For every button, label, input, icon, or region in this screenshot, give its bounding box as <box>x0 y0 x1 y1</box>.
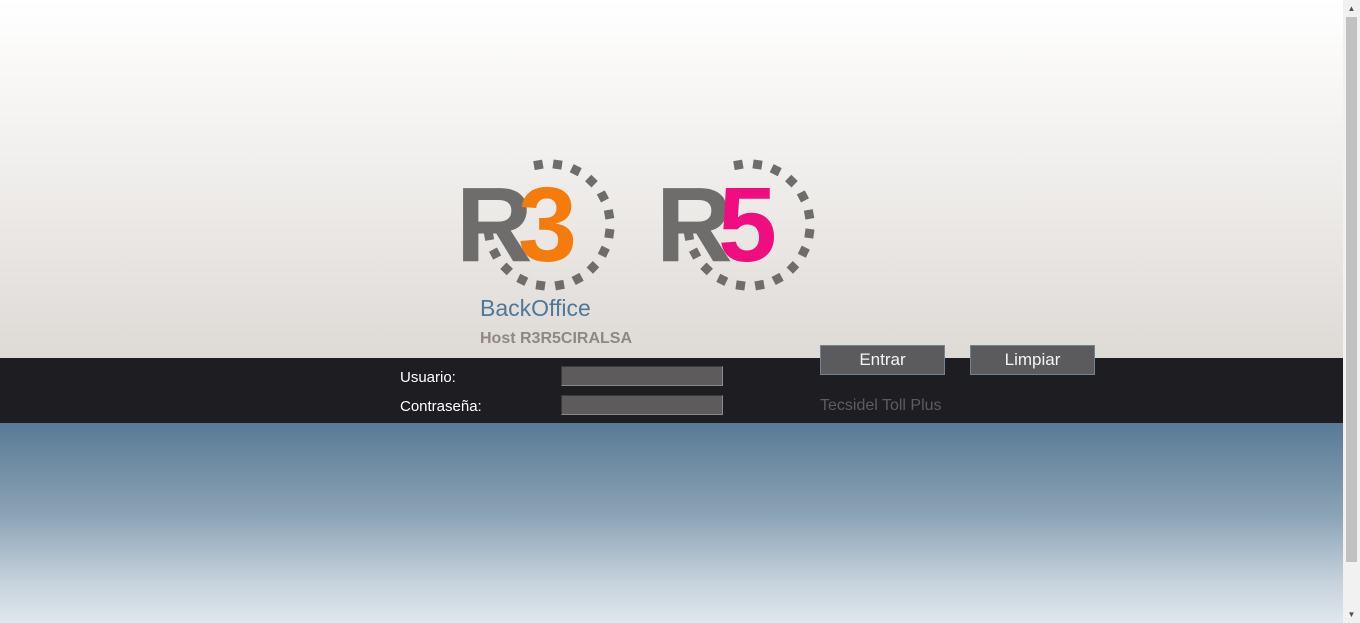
r3-logo: R 3 <box>458 159 615 291</box>
username-input[interactable] <box>561 366 723 386</box>
logo-ring-dash <box>603 209 615 220</box>
logo-ring-dash <box>585 174 598 188</box>
r5-logo-digit: 5 <box>718 166 777 284</box>
logo-ring-dash <box>796 190 809 203</box>
logo-ring-dash <box>785 174 798 188</box>
host-name: Host R3R5CIRALSA <box>480 330 633 347</box>
password-label: Contraseña: <box>400 398 482 415</box>
login-page: R 3 R 5 BackOffice Host R3R5CIRALSA Usua… <box>0 0 1360 623</box>
password-input[interactable] <box>561 395 723 415</box>
r5-logo: R 5 <box>658 159 815 291</box>
r3-logo-digit: 3 <box>518 166 577 284</box>
logo-ring-dash <box>604 228 615 239</box>
logo-ring-dash <box>804 228 815 239</box>
logo-ring-dash <box>797 245 810 258</box>
scroll-up-arrow-icon[interactable]: ▲ <box>1343 0 1360 17</box>
logo-ring-dash <box>803 209 815 220</box>
product-name: Tecsidel Toll Plus <box>820 397 942 414</box>
username-label: Usuario: <box>400 369 456 386</box>
footer-background <box>0 423 1343 623</box>
logo-ring-dash <box>586 261 600 274</box>
scroll-thumb[interactable] <box>1346 17 1357 562</box>
logo-ring-dash <box>597 245 610 258</box>
logo-ring-dash <box>596 190 609 203</box>
logo-ring-dash <box>786 261 800 274</box>
scroll-down-arrow-icon[interactable]: ▼ <box>1343 606 1360 623</box>
login-button[interactable]: Entrar <box>820 345 945 375</box>
app-title: BackOffice <box>480 295 591 321</box>
vertical-scrollbar[interactable]: ▲ ▼ <box>1343 0 1360 623</box>
clear-button[interactable]: Limpiar <box>970 345 1095 375</box>
